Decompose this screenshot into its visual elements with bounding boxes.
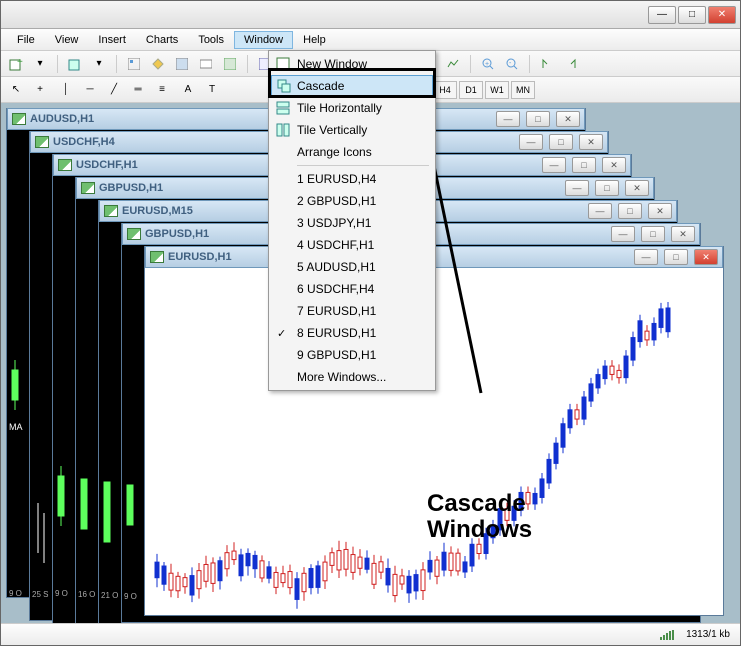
timeframe-d1[interactable]: D1 (459, 81, 483, 99)
annotation-line: Cascade (427, 491, 532, 517)
menu-tools[interactable]: Tools (188, 31, 234, 49)
cascade-icon (275, 77, 293, 95)
crosshair-icon[interactable]: + (29, 80, 51, 100)
menu-tile-horizontal[interactable]: Tile Horizontally (271, 97, 433, 119)
navigator-icon[interactable] (147, 54, 169, 74)
text-label-icon[interactable]: T (201, 80, 223, 100)
menu-window-3[interactable]: 3 USDJPY,H1 (271, 212, 433, 234)
menu-separator (297, 165, 429, 166)
timeframe-mn[interactable]: MN (511, 81, 535, 99)
menu-window-1[interactable]: 1 EURUSD,H4 (271, 168, 433, 190)
menu-more-windows[interactable]: More Windows... (271, 366, 433, 388)
profiles-icon[interactable] (64, 54, 86, 74)
menu-cascade[interactable]: Cascade (271, 75, 433, 97)
window-controls: — □ ✕ (648, 6, 736, 24)
menu-window-7[interactable]: 7 EURUSD,H1 (271, 300, 433, 322)
chart-shift-icon[interactable] (560, 54, 582, 74)
trendline-icon[interactable]: ╱ (103, 80, 125, 100)
menu-label: Tile Vertically (297, 123, 367, 137)
chevron-down-icon[interactable]: ▾ (88, 54, 110, 74)
menu-view[interactable]: View (45, 31, 89, 49)
menu-label: More Windows... (297, 370, 386, 384)
timeframe-w1[interactable]: W1 (485, 81, 509, 99)
menu-window-8[interactable]: ✓ 8 EURUSD,H1 (271, 322, 433, 344)
menu-label: Arrange Icons (297, 145, 372, 159)
new-window-icon (274, 55, 292, 73)
fibonacci-icon[interactable]: ≡ (151, 80, 173, 100)
menu-insert[interactable]: Insert (88, 31, 136, 49)
cursor-icon[interactable]: ↖ (5, 80, 27, 100)
svg-text:+: + (485, 61, 489, 68)
connection-bars-icon (660, 630, 674, 640)
auto-scroll-icon[interactable] (536, 54, 558, 74)
tile-horizontal-icon (274, 99, 292, 117)
menu-label: Cascade (297, 79, 344, 93)
text-icon[interactable]: A (177, 80, 199, 100)
menu-tile-vertical[interactable]: Tile Vertically (271, 119, 433, 141)
close-button[interactable]: ✕ (708, 6, 736, 24)
terminal-icon[interactable] (195, 54, 217, 74)
menu-file[interactable]: File (7, 31, 45, 49)
menu-window-6[interactable]: 6 USDCHF,H4 (271, 278, 433, 300)
annotation-label: Cascade Windows (427, 491, 532, 544)
market-watch-icon[interactable] (123, 54, 145, 74)
menu-label: 3 USDJPY,H1 (297, 216, 371, 230)
line-chart-icon[interactable] (442, 54, 464, 74)
window-menu-dropdown: New Window Cascade Tile Horizontally Til… (268, 50, 436, 391)
minimize-button[interactable]: — (648, 6, 676, 24)
menu-help[interactable]: Help (293, 31, 336, 49)
check-icon: ✓ (277, 327, 286, 340)
chevron-down-icon[interactable]: ▾ (29, 54, 51, 74)
tile-vertical-icon (274, 121, 292, 139)
connection-status: 1313/1 kb (686, 629, 730, 640)
menu-charts[interactable]: Charts (136, 31, 188, 49)
menu-label: 4 USDCHF,H1 (297, 238, 374, 252)
menu-label: 1 EURUSD,H4 (297, 172, 376, 186)
menu-label: 6 USDCHF,H4 (297, 282, 374, 296)
menu-new-window[interactable]: New Window (271, 53, 433, 75)
menu-window[interactable]: Window (234, 31, 293, 49)
new-chart-icon[interactable]: + (5, 54, 27, 74)
menu-label: 2 GBPUSD,H1 (297, 194, 376, 208)
menubar: File View Insert Charts Tools Window Hel… (1, 29, 740, 51)
svg-text:+: + (17, 57, 23, 68)
data-window-icon[interactable] (171, 54, 193, 74)
annotation-line: Windows (427, 517, 532, 543)
maximize-button[interactable]: □ (678, 6, 706, 24)
menu-window-4[interactable]: 4 USDCHF,H1 (271, 234, 433, 256)
menu-label: Tile Horizontally (297, 101, 382, 115)
menu-label: 8 EURUSD,H1 (297, 326, 376, 340)
menu-window-9[interactable]: 9 GBPUSD,H1 (271, 344, 433, 366)
menu-label: New Window (297, 57, 367, 71)
svg-text:-: - (509, 60, 512, 67)
strategy-tester-icon[interactable] (219, 54, 241, 74)
menu-label: 7 EURUSD,H1 (297, 304, 376, 318)
menu-label: 9 GBPUSD,H1 (297, 348, 376, 362)
zoom-in-icon[interactable]: + (477, 54, 499, 74)
zoom-out-icon[interactable]: - (501, 54, 523, 74)
menu-window-2[interactable]: 2 GBPUSD,H1 (271, 190, 433, 212)
app-titlebar: — □ ✕ (1, 1, 740, 29)
channel-icon[interactable]: ═ (127, 80, 149, 100)
timeframe-h4[interactable]: H4 (433, 81, 457, 99)
menu-arrange-icons[interactable]: Arrange Icons (271, 141, 433, 163)
horizontal-line-icon[interactable]: ─ (79, 80, 101, 100)
menu-label: 5 AUDUSD,H1 (297, 260, 376, 274)
statusbar: 1313/1 kb (1, 623, 740, 645)
vertical-line-icon[interactable]: │ (55, 80, 77, 100)
menu-window-5[interactable]: 5 AUDUSD,H1 (271, 256, 433, 278)
